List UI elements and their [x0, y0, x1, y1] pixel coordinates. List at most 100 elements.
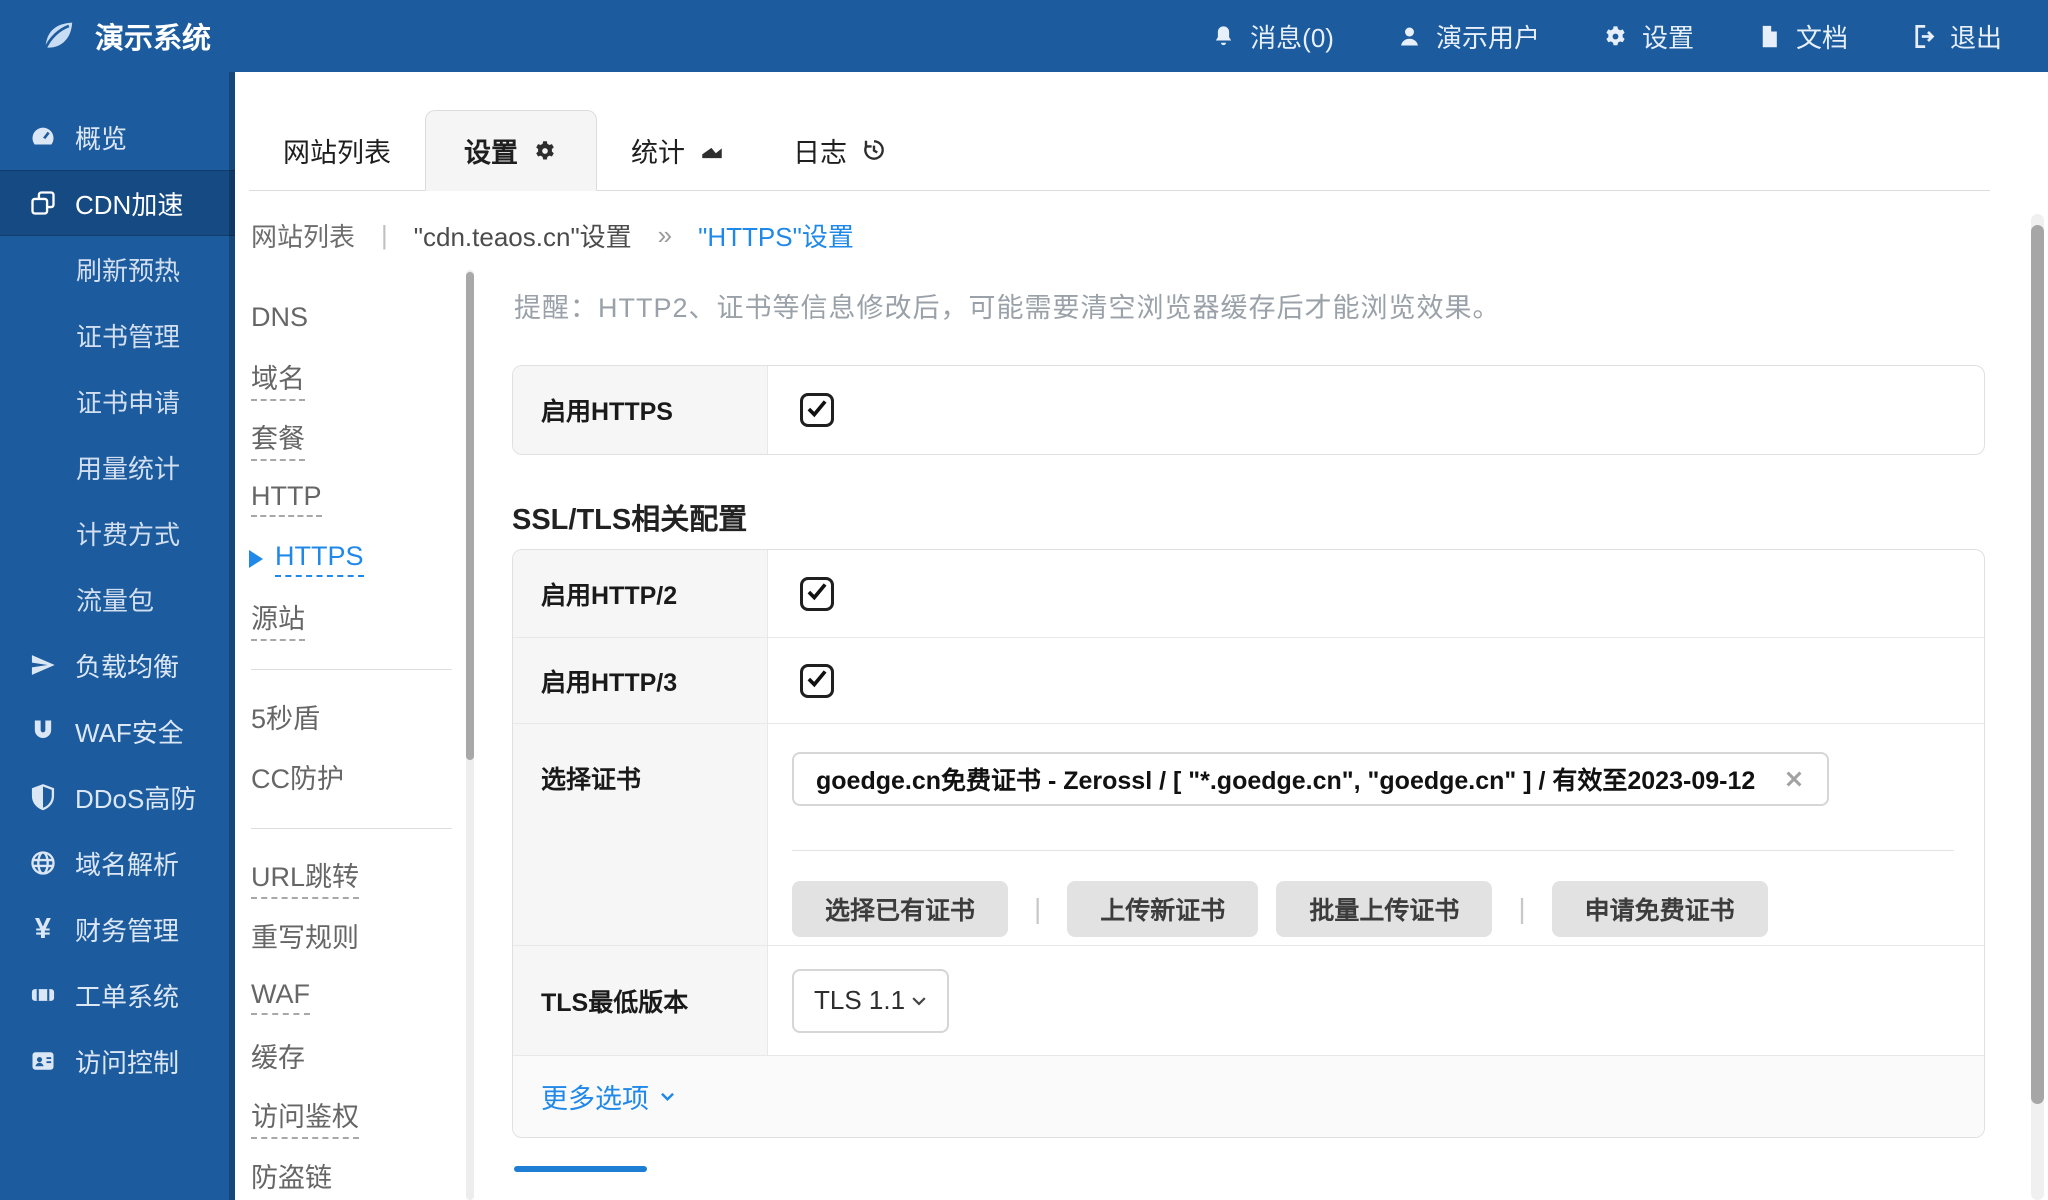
button-separator: |: [1034, 893, 1041, 925]
sidebar-item-cdn[interactable]: CDN加速: [0, 170, 235, 236]
tab-settings[interactable]: 设置: [425, 110, 597, 191]
row-label: 启用HTTPS: [513, 366, 768, 454]
sidebar-item-label: 刷新预热: [76, 251, 180, 288]
sidebar: 概览 CDN加速 刷新预热 证书管理 证书申请 用量统计 计费方式 流量包 负载…: [0, 72, 235, 1200]
certificate-buttons: 选择已有证书 | 上传新证书 批量上传证书 | 申请免费证书: [792, 881, 1768, 937]
tab-stats[interactable]: 统计: [597, 110, 759, 190]
page-scrollbar[interactable]: [2031, 214, 2044, 1200]
sidebar-item-label: 财务管理: [75, 911, 179, 948]
more-options-row: 更多选项: [513, 1055, 1984, 1137]
select-existing-cert-button[interactable]: 选择已有证书: [792, 881, 1008, 937]
gear-icon: [1602, 23, 1629, 50]
chart-area-icon: [699, 137, 725, 163]
submenu-scrollbar-thumb[interactable]: [466, 272, 474, 760]
sidebar-item-ddos[interactable]: DDoS高防: [0, 764, 235, 830]
bell-icon: [1210, 23, 1237, 50]
sidebar-item-label: 访问控制: [75, 1043, 179, 1080]
content-area: 网站列表 设置 统计 日志 网站列表 | "cdn.tea: [235, 72, 2048, 1200]
table-row: 选择证书 goedge.cn免费证书 - Zerossl / [ "*.goed…: [513, 723, 1984, 945]
shield-icon: [29, 783, 57, 811]
sidebar-item-label: WAF安全: [75, 713, 184, 750]
sidebar-item-label: CDN加速: [75, 185, 183, 222]
gear-icon: [532, 138, 558, 164]
tls-min-version-select[interactable]: TLS 1.1: [792, 969, 949, 1033]
sidebar-item-billing-method[interactable]: 计费方式: [0, 500, 235, 566]
notice-text: 提醒：HTTP2、证书等信息修改后，可能需要清空浏览器缓存后才能浏览效果。: [514, 287, 1985, 323]
tab-logs[interactable]: 日志: [759, 110, 921, 190]
sidebar-item-label: 负载均衡: [75, 647, 179, 684]
messages-menu-item[interactable]: 消息(0): [1210, 18, 1334, 55]
logout-menu-item[interactable]: 退出: [1910, 18, 2002, 55]
sidebar-item-label: 计费方式: [76, 515, 180, 552]
table-row: 启用HTTP/2: [513, 550, 1984, 637]
breadcrumb-site-settings[interactable]: "cdn.teaos.cn"设置: [414, 217, 632, 254]
messages-label: 消息(0): [1250, 18, 1334, 55]
certificate-chip-label: goedge.cn免费证书 - Zerossl / [ "*.goedge.cn…: [816, 761, 1755, 797]
settings-label: 设置: [1642, 18, 1694, 55]
leaf-logo-icon: [38, 16, 78, 56]
sidebar-item-cert-apply[interactable]: 证书申请: [0, 368, 235, 434]
sidebar-item-refresh-preheat[interactable]: 刷新预热: [0, 236, 235, 302]
tab-bar: 网站列表 设置 统计 日志: [249, 110, 1990, 191]
breadcrumb-website-list[interactable]: 网站列表: [251, 217, 355, 254]
sidebar-item-traffic-package[interactable]: 流量包: [0, 566, 235, 632]
row-label: 选择证书: [513, 724, 768, 945]
more-options-link[interactable]: 更多选项: [541, 1056, 677, 1137]
table-row: TLS最低版本 TLS 1.1: [513, 945, 1984, 1055]
chevron-down-icon: [658, 1087, 677, 1106]
sidebar-item-waf[interactable]: WAF安全: [0, 698, 235, 764]
submenu-divider: [251, 669, 452, 670]
enable-https-checkbox[interactable]: [800, 393, 834, 427]
table-row: 启用HTTPS: [513, 366, 1984, 454]
docs-menu-item[interactable]: 文档: [1756, 18, 1848, 55]
sidebar-item-tickets[interactable]: 工单系统: [0, 962, 235, 1028]
sidebar-item-label: 证书申请: [76, 383, 180, 420]
enable-http3-checkbox[interactable]: [800, 664, 834, 698]
apply-free-cert-button[interactable]: 申请免费证书: [1552, 881, 1768, 937]
magnet-icon: [29, 717, 57, 745]
ssl-tls-table: 启用HTTP/2 启用HTTP/3: [512, 549, 1985, 1138]
tab-website-list[interactable]: 网站列表: [249, 110, 425, 190]
sidebar-item-finance[interactable]: ¥ 财务管理: [0, 896, 235, 962]
sidebar-item-cert-manage[interactable]: 证书管理: [0, 302, 235, 368]
history-icon: [861, 137, 887, 163]
https-enable-table: 启用HTTPS: [512, 365, 1985, 455]
tab-label: 日志: [793, 131, 847, 170]
sidebar-item-load-balancer[interactable]: 负载均衡: [0, 632, 235, 698]
sidebar-item-label: DDoS高防: [75, 779, 196, 816]
check-icon: [804, 578, 830, 604]
paper-plane-icon: [29, 651, 57, 679]
upload-new-cert-button[interactable]: 上传新证书: [1067, 881, 1258, 937]
page-scrollbar-thumb[interactable]: [2031, 225, 2044, 1104]
sidebar-item-dns-resolve[interactable]: 域名解析: [0, 830, 235, 896]
yen-icon: ¥: [29, 913, 57, 946]
sidebar-item-overview[interactable]: 概览: [0, 104, 235, 170]
user-menu-item[interactable]: 演示用户: [1396, 18, 1540, 55]
breadcrumb-separator: |: [381, 220, 388, 251]
sidebar-item-label: 证书管理: [76, 317, 180, 354]
globe-icon: [29, 849, 57, 877]
document-icon: [1756, 23, 1783, 50]
settings-menu-item[interactable]: 设置: [1602, 18, 1694, 55]
table-row: 启用HTTP/3: [513, 637, 1984, 723]
enable-http2-checkbox[interactable]: [800, 577, 834, 611]
batch-upload-cert-button[interactable]: 批量上传证书: [1276, 881, 1492, 937]
row-label: 启用HTTP/3: [513, 638, 768, 723]
tab-label: 设置: [464, 131, 518, 170]
submenu-divider: [251, 828, 452, 829]
brand[interactable]: 演示系统: [38, 15, 211, 57]
docs-label: 文档: [1796, 18, 1848, 55]
close-icon[interactable]: [1783, 768, 1805, 790]
breadcrumb-https-settings[interactable]: "HTTPS"设置: [698, 217, 854, 254]
check-icon: [804, 665, 830, 691]
id-card-icon: [29, 1047, 57, 1075]
sidebar-item-label: 流量包: [76, 581, 154, 618]
sidebar-item-access-control[interactable]: 访问控制: [0, 1028, 235, 1094]
tab-label: 网站列表: [283, 131, 391, 170]
layers-icon: [29, 189, 57, 217]
sidebar-item-usage-stats[interactable]: 用量统计: [0, 434, 235, 500]
submenu-scrollbar[interactable]: [466, 270, 474, 1200]
sidebar-item-label: 用量统计: [76, 449, 180, 486]
save-button-top-edge[interactable]: [514, 1166, 647, 1172]
row-label: 启用HTTP/2: [513, 550, 768, 637]
